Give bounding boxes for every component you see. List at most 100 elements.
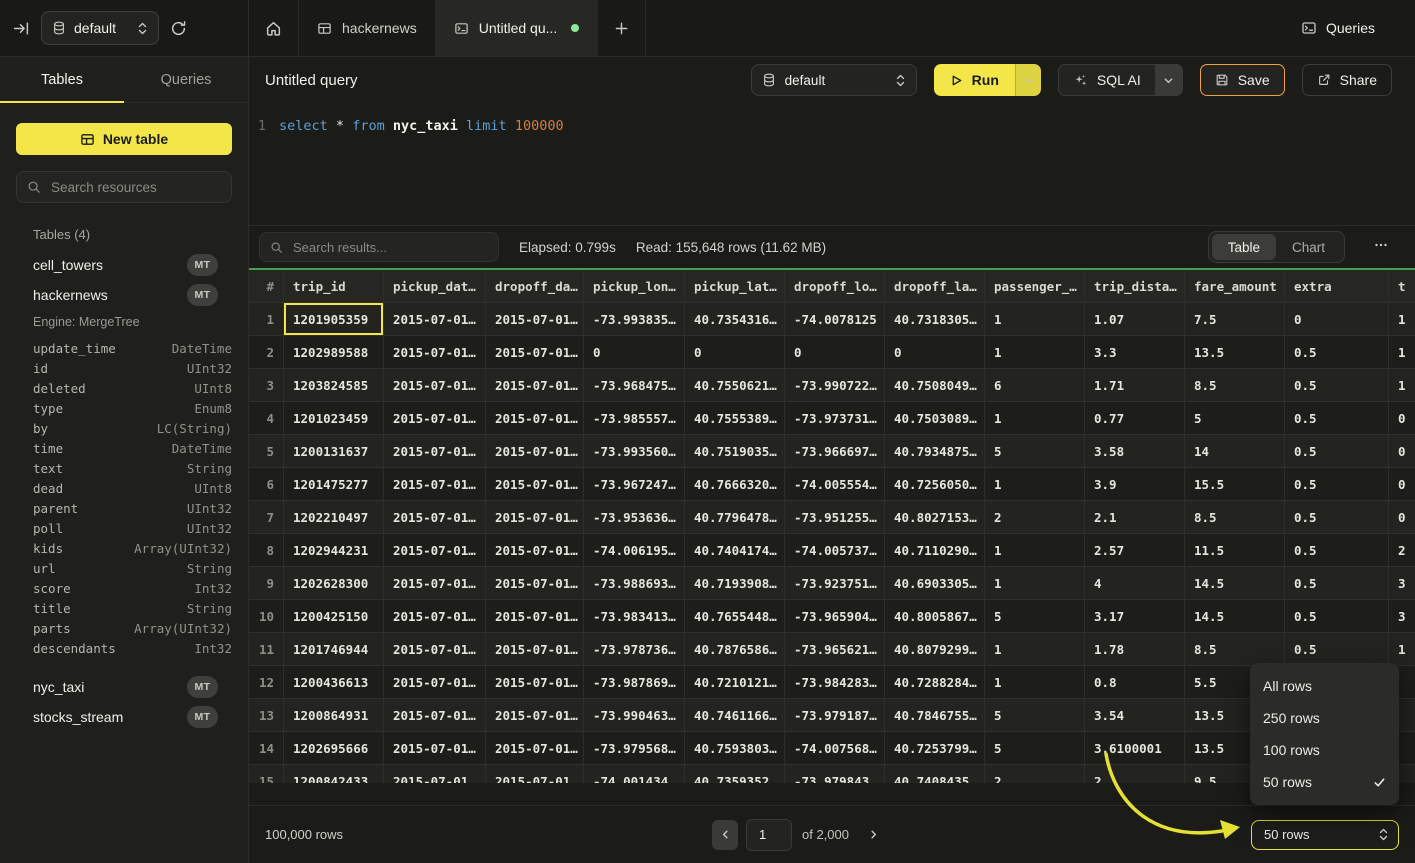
table-cell[interactable]: 2015-07-01…	[486, 633, 584, 666]
table-cell[interactable]: -73.990463…	[584, 699, 685, 732]
sql-ai-button[interactable]: SQL AI	[1058, 64, 1183, 96]
column-header[interactable]: pickup_lon…	[584, 270, 685, 303]
table-cell[interactable]: 1202695666	[284, 732, 384, 765]
column-header[interactable]: fare_amount	[1185, 270, 1285, 303]
table-cell[interactable]: 14.5	[1185, 567, 1285, 600]
table-cell[interactable]: -74.006195…	[584, 534, 685, 567]
table-cell[interactable]: 40.7210121…	[685, 666, 785, 699]
table-cell[interactable]: 40.7796478…	[685, 501, 785, 534]
table-cell[interactable]: 14	[1185, 435, 1285, 468]
page-number-input[interactable]	[746, 819, 792, 851]
table-cell[interactable]: 2015-07-01…	[486, 534, 584, 567]
table-cell[interactable]: 1.07	[1085, 303, 1185, 336]
table-cell[interactable]: 2015-07-01…	[384, 402, 486, 435]
database-selector[interactable]: default	[41, 11, 159, 45]
table-cell[interactable]: 0.5	[1285, 336, 1389, 369]
table-cell[interactable]: 2015-07-01…	[384, 435, 486, 468]
table-cell[interactable]: 1	[1389, 633, 1415, 666]
table-cell[interactable]: 40.7318305…	[885, 303, 985, 336]
table-cell[interactable]: 0	[1389, 435, 1415, 468]
table-cell[interactable]: -73.979568…	[584, 732, 685, 765]
column-header[interactable]: passenger_…	[985, 270, 1085, 303]
share-button[interactable]: Share	[1302, 64, 1392, 96]
table-cell[interactable]: 2	[1389, 534, 1415, 567]
table-cell[interactable]: 0	[584, 336, 685, 369]
table-cell[interactable]: 3.3	[1085, 336, 1185, 369]
sql-ai-caret[interactable]	[1155, 65, 1182, 95]
sidebar-tab-queries[interactable]: Queries	[124, 57, 248, 102]
table-cell[interactable]: 2015-07-01…	[384, 534, 486, 567]
table-cell[interactable]: -73.923751…	[785, 567, 885, 600]
results-search-input[interactable]	[291, 239, 488, 256]
table-cell[interactable]: 40.8079299…	[885, 633, 985, 666]
table-cell[interactable]: 40.6903305…	[885, 567, 985, 600]
table-cell[interactable]: -73.984283…	[785, 666, 885, 699]
table-cell[interactable]: 0	[885, 336, 985, 369]
table-cell[interactable]: -74.001434	[584, 765, 685, 783]
sidebar-table-cell-towers[interactable]: cell_towers MT	[0, 250, 248, 280]
table-cell[interactable]: 2015-07-01…	[384, 633, 486, 666]
table-cell[interactable]: 2	[985, 765, 1085, 783]
table-cell[interactable]: 3	[1389, 567, 1415, 600]
sidebar-collapse-icon[interactable]	[13, 20, 30, 37]
table-cell[interactable]: 1200131637	[284, 435, 384, 468]
table-cell[interactable]: 8.5	[1185, 369, 1285, 402]
table-cell[interactable]: 14.5	[1185, 600, 1285, 633]
table-cell[interactable]: -73.983413…	[584, 600, 685, 633]
new-table-button[interactable]: New table	[16, 123, 232, 155]
table-cell[interactable]: 0	[685, 336, 785, 369]
table-cell[interactable]: 40.7655448…	[685, 600, 785, 633]
table-cell[interactable]: 0.5	[1285, 402, 1389, 435]
sql-editor[interactable]: 1 select * from nyc_taxi limit 100000	[249, 103, 1415, 225]
table-cell[interactable]: 1	[985, 303, 1085, 336]
table-cell[interactable]: 0	[1389, 501, 1415, 534]
table-cell[interactable]: 1	[985, 534, 1085, 567]
table-cell[interactable]: 0.5	[1285, 369, 1389, 402]
table-cell[interactable]: 2015-07-01…	[486, 303, 584, 336]
table-cell[interactable]: 40.7555389…	[685, 402, 785, 435]
column-header[interactable]: dropoff_la…	[885, 270, 985, 303]
table-cell[interactable]: 1200864931	[284, 699, 384, 732]
sidebar-table-hackernews[interactable]: hackernews MT	[0, 280, 248, 310]
table-cell[interactable]: 1	[1389, 369, 1415, 402]
table-cell[interactable]: 1	[1389, 336, 1415, 369]
table-cell[interactable]: 2015-07-01…	[384, 303, 486, 336]
column-header[interactable]: trip_id	[284, 270, 384, 303]
table-cell[interactable]: 0	[1285, 303, 1389, 336]
column-header[interactable]: #	[249, 270, 284, 303]
table-cell[interactable]: 40.7256050…	[885, 468, 985, 501]
table-cell[interactable]: 3	[1389, 600, 1415, 633]
table-cell[interactable]: 40.7461166…	[685, 699, 785, 732]
table-cell[interactable]: -73.965904…	[785, 600, 885, 633]
table-cell[interactable]: 1200425150	[284, 600, 384, 633]
run-options-caret[interactable]	[1015, 64, 1041, 96]
more-options-button[interactable]	[1367, 233, 1395, 262]
sidebar-tab-tables[interactable]: Tables	[0, 57, 124, 102]
table-cell[interactable]: 2015-07-01…	[384, 468, 486, 501]
column-header[interactable]: pickup_dat…	[384, 270, 486, 303]
table-cell[interactable]: 1	[985, 468, 1085, 501]
table-cell[interactable]: 2015-07-01…	[486, 336, 584, 369]
table-cell[interactable]: -73.951255…	[785, 501, 885, 534]
table-cell[interactable]: 40.7503089…	[885, 402, 985, 435]
table-cell[interactable]: 7.5	[1185, 303, 1285, 336]
table-cell[interactable]: 40.7593803…	[685, 732, 785, 765]
page-size-option[interactable]: All rows	[1250, 670, 1399, 702]
table-cell[interactable]: -73.978736…	[584, 633, 685, 666]
table-cell[interactable]: -73.993560…	[584, 435, 685, 468]
view-toggle-chart[interactable]: Chart	[1276, 234, 1341, 260]
table-cell[interactable]: 0.5	[1285, 633, 1389, 666]
table-cell[interactable]: 13.5	[1185, 336, 1285, 369]
table-cell[interactable]: 1	[985, 402, 1085, 435]
table-cell[interactable]: 3.54	[1085, 699, 1185, 732]
table-cell[interactable]: -73.966697…	[785, 435, 885, 468]
table-cell[interactable]: 5	[985, 699, 1085, 732]
table-cell[interactable]: 5	[985, 732, 1085, 765]
table-cell[interactable]: 40.7404174…	[685, 534, 785, 567]
table-cell[interactable]: -74.0078125	[785, 303, 885, 336]
column-header[interactable]: extra	[1285, 270, 1389, 303]
table-cell[interactable]: 8.5	[1185, 633, 1285, 666]
table-cell[interactable]: 2015-07-01…	[486, 567, 584, 600]
table-cell[interactable]: 1	[985, 633, 1085, 666]
table-cell[interactable]: 3.9	[1085, 468, 1185, 501]
